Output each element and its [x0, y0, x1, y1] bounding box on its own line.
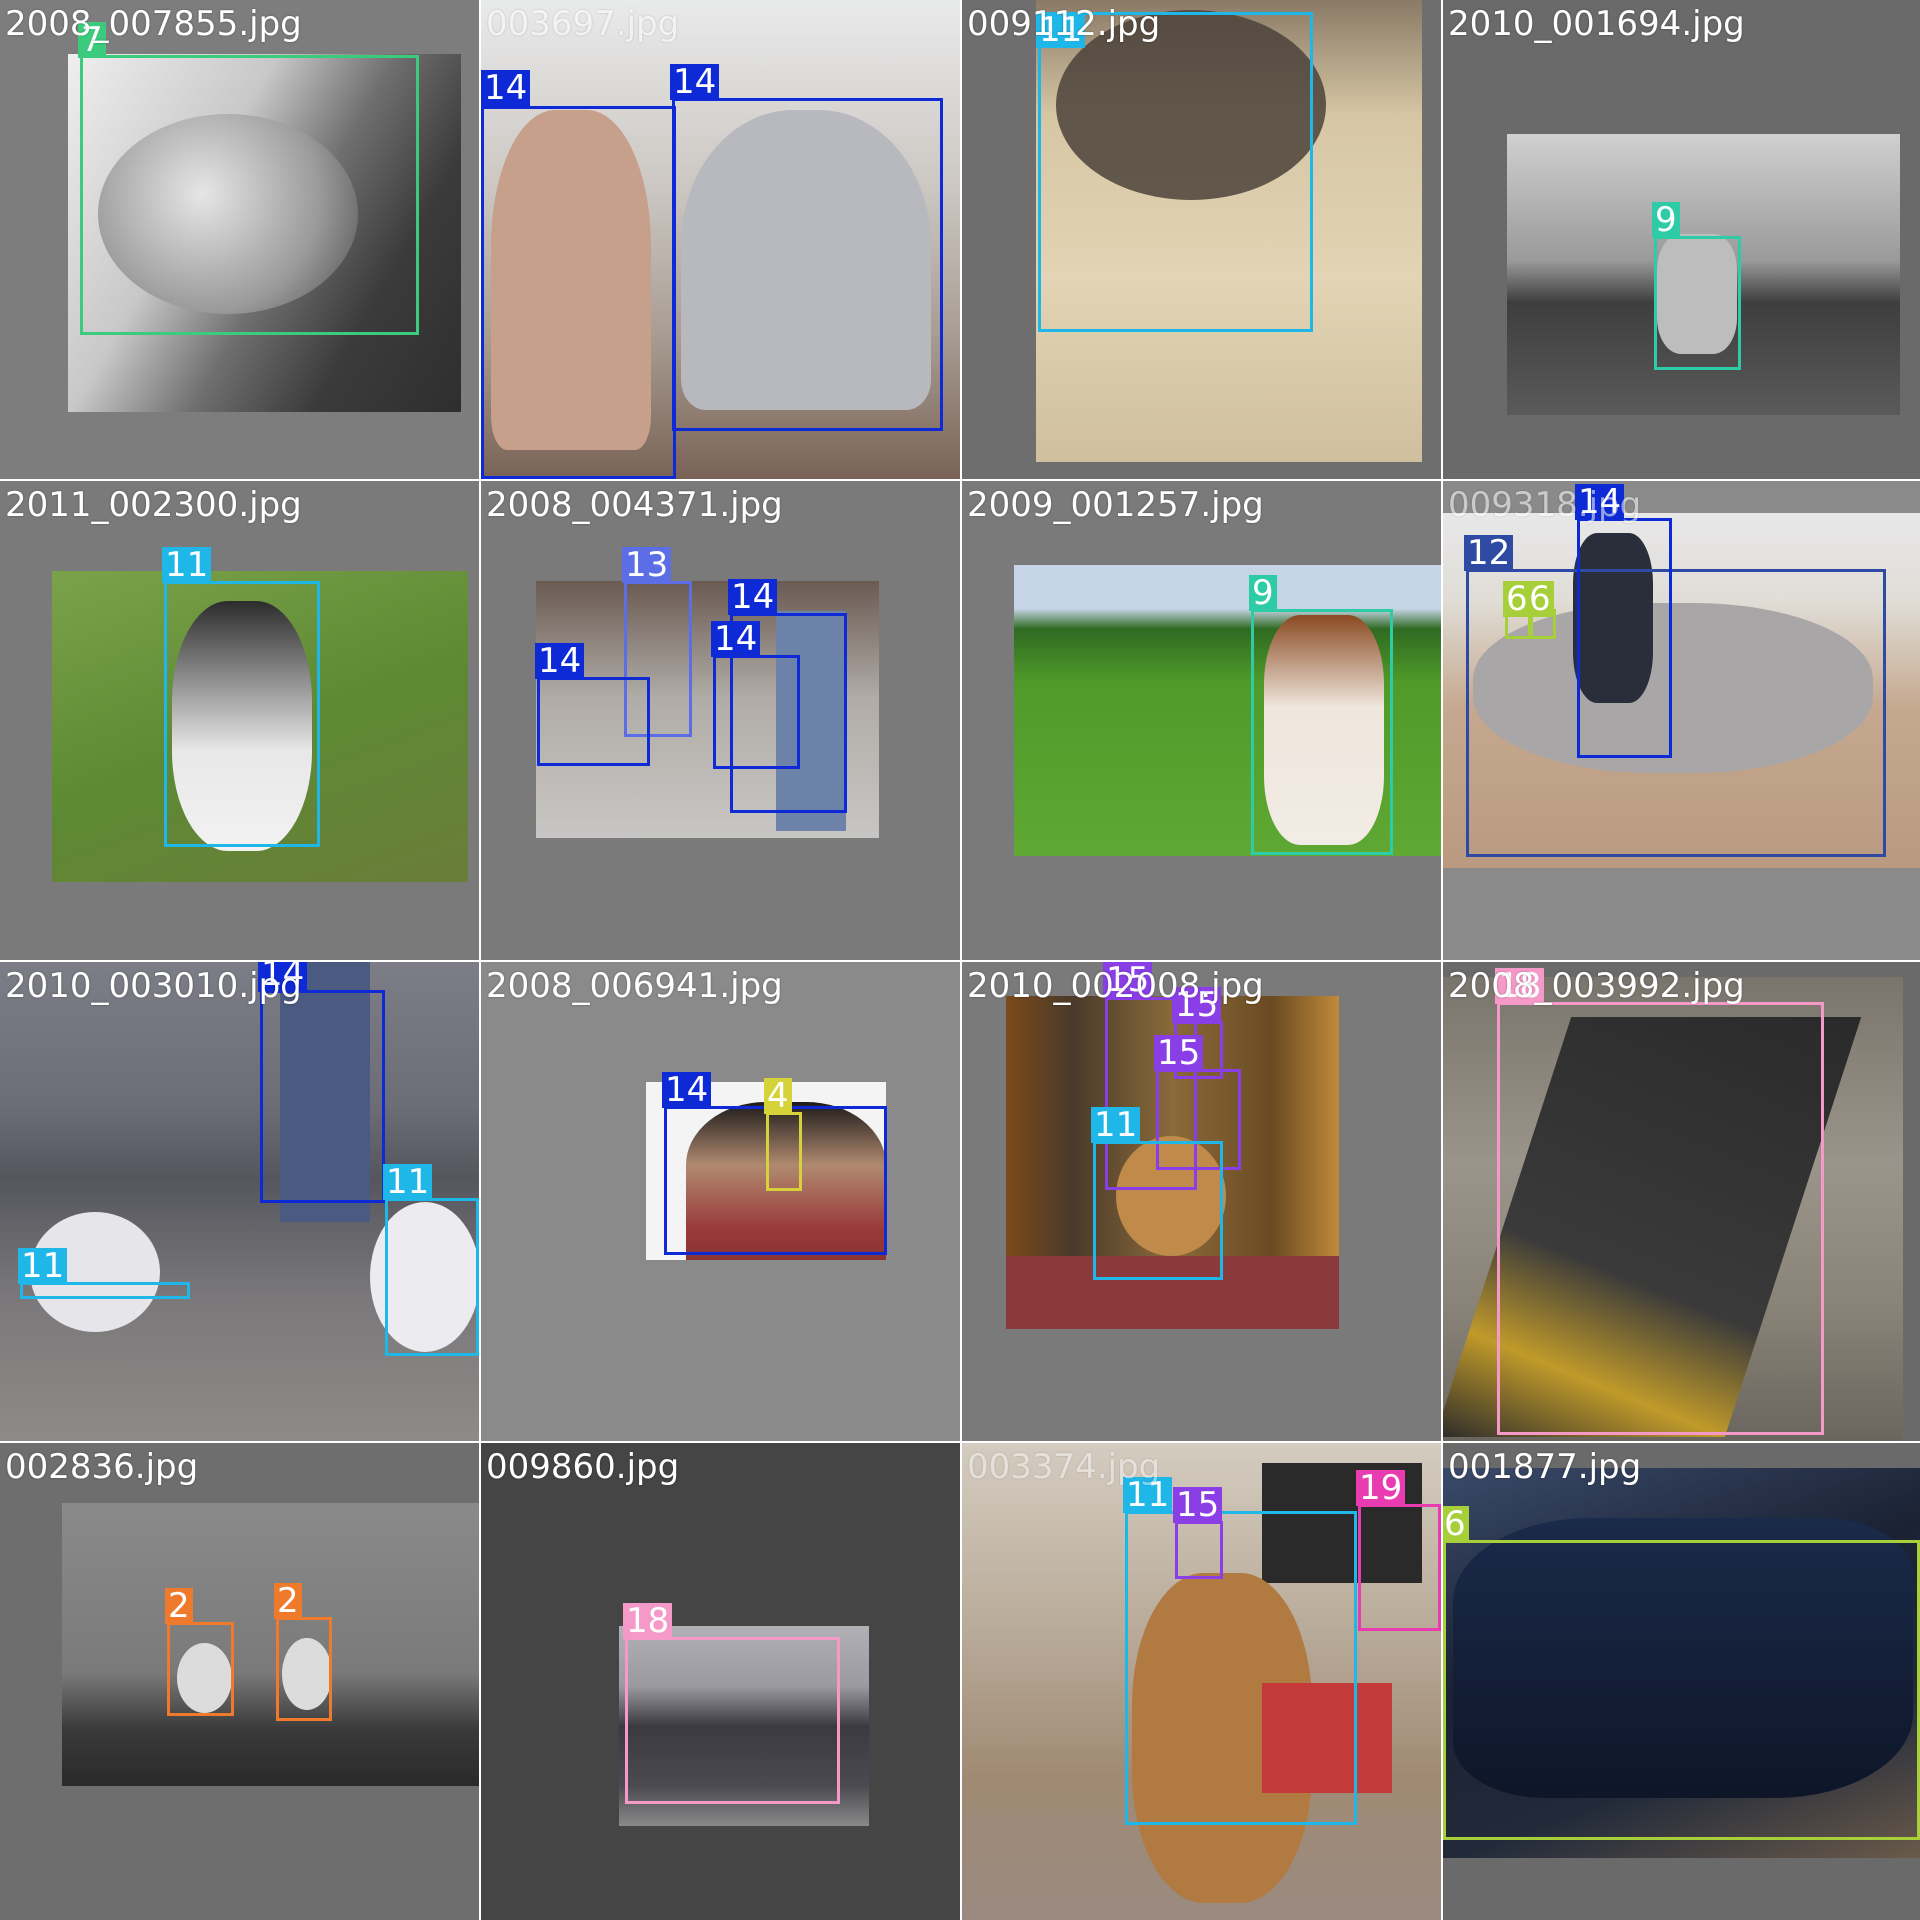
bbox — [1577, 518, 1672, 758]
image-filename: 2010_002008.jpg — [967, 966, 1264, 1006]
photo-swans — [62, 1503, 479, 1786]
image-filename: 2010_001694.jpg — [1448, 4, 1745, 44]
bbox — [164, 581, 320, 847]
bbox — [1125, 1511, 1357, 1825]
tile-5: 11 2011_002300.jpg — [0, 481, 479, 960]
bbox — [1654, 236, 1741, 370]
bbox-label: 11 — [18, 1248, 68, 1284]
bbox-label: 14 — [670, 64, 720, 100]
image-filename: 009112.jpg — [967, 4, 1161, 44]
tile-7: 9 2009_001257.jpg — [962, 481, 1441, 960]
bbox-label: 6 — [1526, 581, 1554, 617]
image-filename: 2011_002300.jpg — [5, 485, 302, 525]
bbox — [1443, 1540, 1920, 1840]
bbox — [672, 98, 943, 431]
tile-13: 2 2 002836.jpg — [0, 1443, 479, 1920]
tile-10: 14 4 2008_006941.jpg — [481, 962, 960, 1441]
bbox — [713, 655, 800, 769]
bbox — [260, 990, 385, 1203]
image-filename: 2010_003010.jpg — [5, 966, 302, 1006]
bbox-label: 14 — [662, 1072, 712, 1108]
bbox-label: 15 — [1173, 1487, 1223, 1523]
image-filename: 2008_003992.jpg — [1448, 966, 1745, 1006]
mosaic-grid: 7 2008_007855.jpg 14 14 003697.jpg 11 00… — [0, 0, 1920, 1920]
bbox — [537, 677, 650, 766]
bbox — [1093, 1141, 1223, 1280]
bbox-label: 14 — [711, 621, 761, 657]
bbox — [1358, 1504, 1441, 1631]
tile-15: 11 15 19 003374.jpg — [962, 1443, 1441, 1920]
bbox-label: 9 — [1249, 575, 1277, 611]
bbox-label: 11 — [162, 547, 212, 583]
image-filename: 003697.jpg — [486, 4, 680, 44]
tile-8: 12 14 6 6 009318.jpg — [1443, 481, 1920, 960]
tile-16: 6 001877.jpg — [1443, 1443, 1920, 1920]
bbox — [167, 1622, 234, 1716]
bbox-label: 14 — [728, 579, 778, 615]
bbox — [1175, 1521, 1223, 1579]
bbox-label: 14 — [481, 70, 531, 106]
bbox-label: 2 — [274, 1583, 302, 1619]
tile-11: 15 15 15 11 2010_002008.jpg — [962, 962, 1441, 1441]
bbox-label: 13 — [622, 547, 672, 583]
image-filename: 2008_004371.jpg — [486, 485, 783, 525]
image-filename: 2009_001257.jpg — [967, 485, 1264, 525]
tile-3: 11 009112.jpg — [962, 0, 1441, 479]
bbox — [766, 1112, 802, 1191]
tile-6: 13 14 14 14 2008_004371.jpg — [481, 481, 960, 960]
bbox-label: 19 — [1356, 1470, 1406, 1506]
image-filename: 2008_006941.jpg — [486, 966, 783, 1006]
tile-12: 18 2008_003992.jpg — [1443, 962, 1920, 1441]
tile-2: 14 14 003697.jpg — [481, 0, 960, 479]
image-filename: 009860.jpg — [486, 1447, 680, 1487]
bbox — [1251, 609, 1393, 855]
bbox — [385, 1198, 479, 1356]
bbox — [1038, 12, 1313, 332]
bbox-label: 4 — [764, 1078, 792, 1114]
bbox — [481, 106, 676, 479]
tile-4: 9 2010_001694.jpg — [1443, 0, 1920, 479]
bbox — [80, 55, 419, 335]
tile-9: 14 11 11 2010_003010.jpg — [0, 962, 479, 1441]
image-filename: 002836.jpg — [5, 1447, 199, 1487]
bbox-label: 12 — [1464, 535, 1514, 571]
tile-14: 18 009860.jpg — [481, 1443, 960, 1920]
tile-1: 7 2008_007855.jpg — [0, 0, 479, 479]
bbox-label: 14 — [535, 643, 585, 679]
image-filename: 001877.jpg — [1448, 1447, 1642, 1487]
bbox — [276, 1617, 332, 1721]
image-filename: 009318.jpg — [1448, 485, 1642, 525]
bbox-label: 11 — [1091, 1107, 1141, 1143]
image-filename: 2008_007855.jpg — [5, 4, 302, 44]
image-filename: 003374.jpg — [967, 1447, 1161, 1487]
bbox-label: 2 — [165, 1588, 193, 1624]
bbox-label: 6 — [1443, 1506, 1469, 1542]
bbox-label: 15 — [1154, 1035, 1204, 1071]
bbox-label: 18 — [623, 1603, 673, 1639]
bbox — [1497, 1002, 1824, 1435]
bbox-label: 11 — [383, 1164, 433, 1200]
bbox — [625, 1637, 840, 1804]
bbox-label: 9 — [1652, 202, 1680, 238]
